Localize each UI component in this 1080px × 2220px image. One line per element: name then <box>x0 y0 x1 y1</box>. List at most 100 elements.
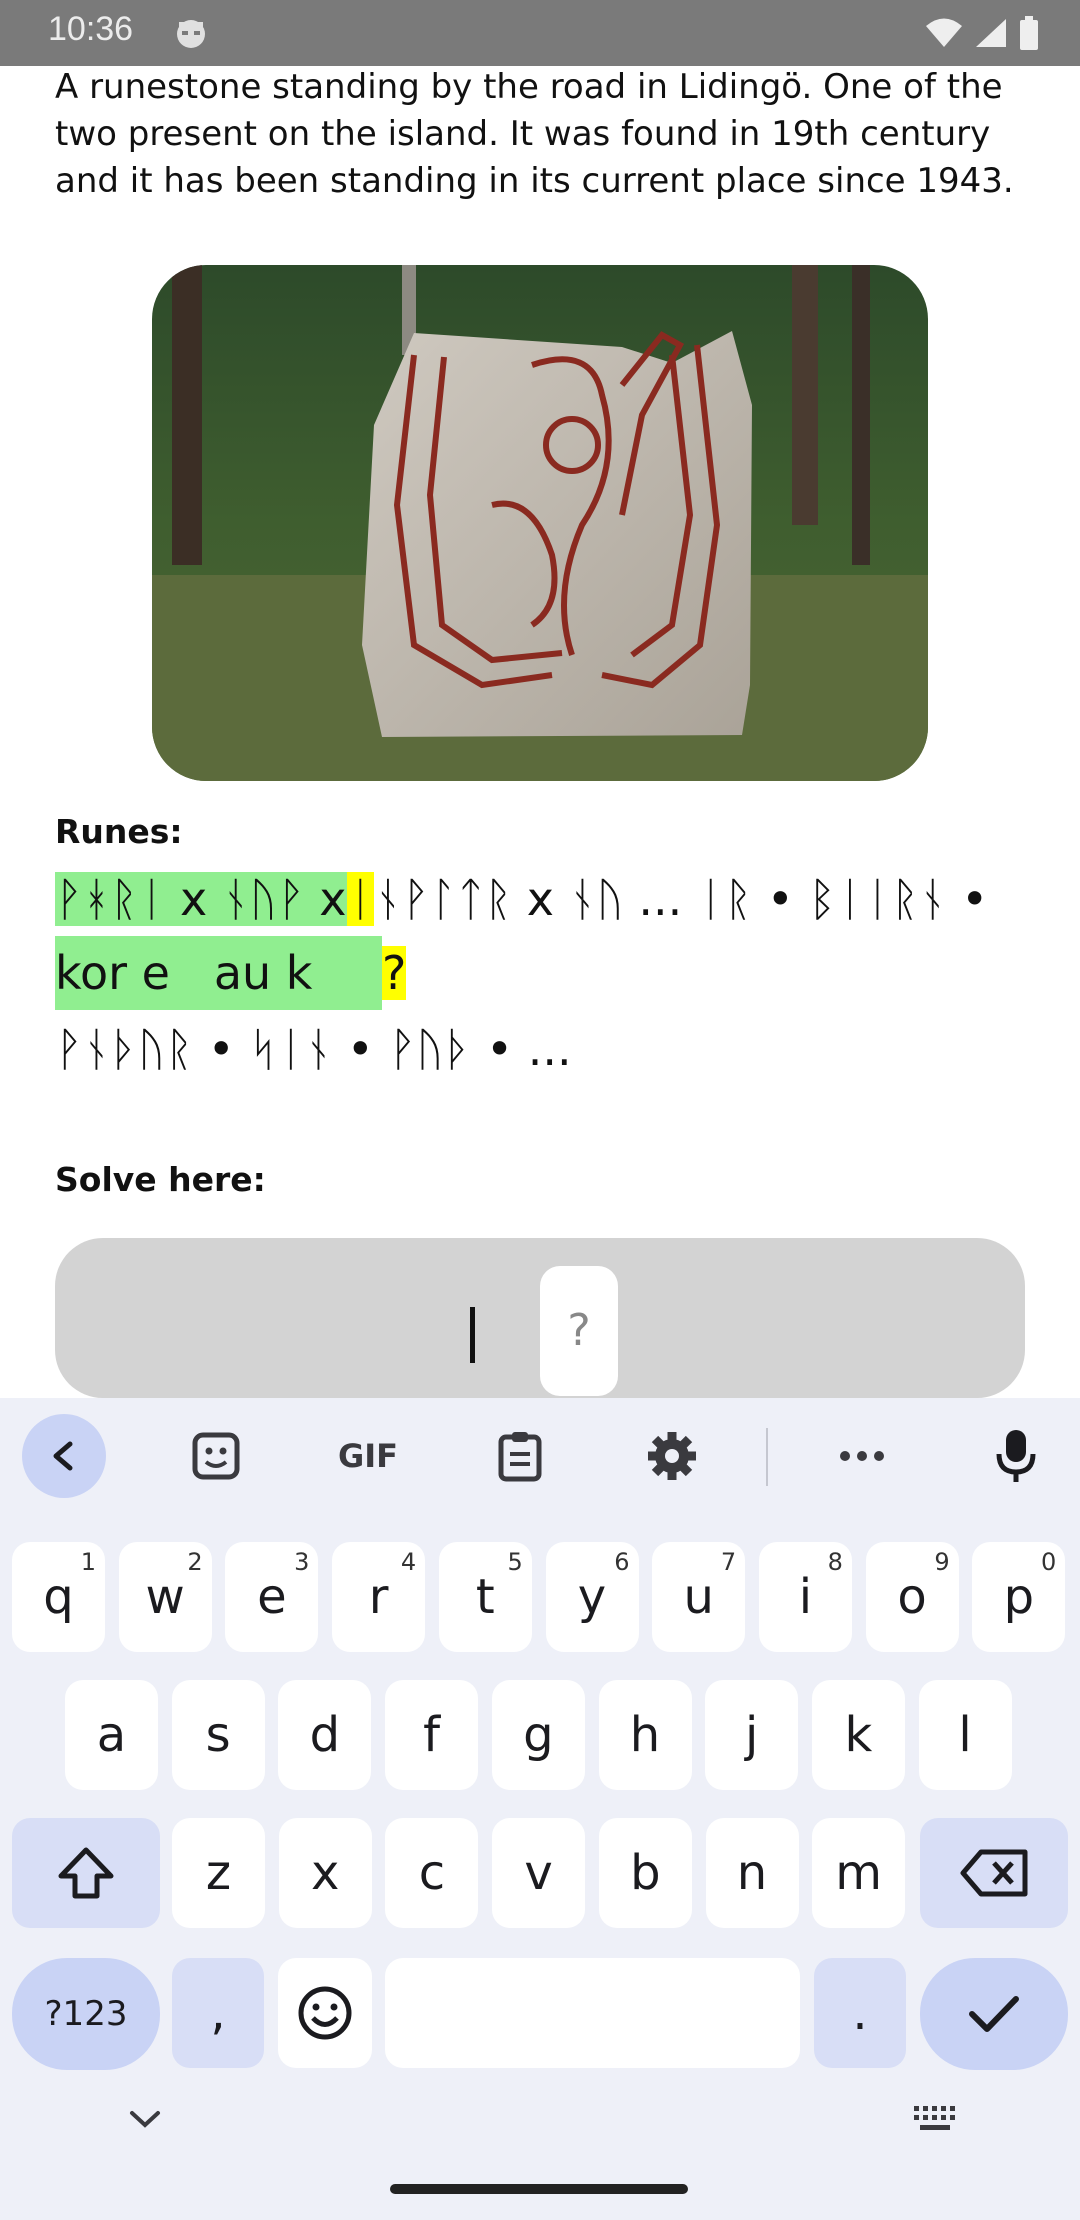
key-label: i <box>798 1569 813 1625</box>
battery-icon <box>1020 16 1038 50</box>
key-t[interactable]: t5 <box>438 1542 532 1652</box>
runes-text: ᚹᚼᚱᛁ x ᚾᚢᚹ xᛁᚾᚹᛚᛏᚱ x ᚾᚢ ... ᛁᚱ • ᛒᛁᛁᚱᚾ •… <box>55 862 1055 1010</box>
key-hint: 5 <box>507 1548 523 1576</box>
key-p[interactable]: p0 <box>972 1542 1066 1652</box>
backspace-icon <box>960 1849 1028 1897</box>
runes-heading: Runes: <box>55 812 183 851</box>
sticker-button[interactable] <box>174 1414 258 1498</box>
key-x[interactable]: x <box>278 1818 372 1928</box>
key-r[interactable]: r4 <box>332 1542 426 1652</box>
key-k[interactable]: k <box>811 1680 905 1790</box>
status-bar: 10:36 <box>0 0 1080 66</box>
key-d[interactable]: d <box>278 1680 372 1790</box>
voice-input-button[interactable] <box>974 1414 1058 1498</box>
key-label: t <box>475 1569 495 1625</box>
key-m[interactable]: m <box>812 1818 906 1928</box>
clipboard-icon <box>498 1432 542 1482</box>
key-f[interactable]: f <box>385 1680 479 1790</box>
key-label: f <box>423 1707 441 1763</box>
key-label: n <box>736 1845 768 1901</box>
settings-button[interactable] <box>630 1414 714 1498</box>
key-y[interactable]: y6 <box>545 1542 639 1652</box>
key-label: h <box>629 1707 661 1763</box>
key-e[interactable]: e3 <box>225 1542 319 1652</box>
key-i[interactable]: i8 <box>758 1542 852 1652</box>
answer-tile[interactable]: ? <box>540 1266 618 1396</box>
clipboard-button[interactable] <box>478 1414 562 1498</box>
key-hint: 2 <box>187 1548 203 1576</box>
period-key[interactable]: . <box>814 1958 906 2068</box>
more-button[interactable] <box>820 1414 904 1498</box>
toolbar-back-button[interactable] <box>22 1414 106 1498</box>
key-label: g <box>523 1707 554 1763</box>
key-label: u <box>683 1569 714 1625</box>
backspace-key[interactable] <box>920 1818 1068 1928</box>
key-label: w <box>145 1569 185 1625</box>
key-hint: 6 <box>614 1548 630 1576</box>
runestone-description: A runestone standing by the road in Lidi… <box>55 67 1014 201</box>
solve-heading: Solve here: <box>55 1160 266 1199</box>
key-a[interactable]: a <box>65 1680 158 1790</box>
key-z[interactable]: z <box>172 1818 265 1928</box>
symbols-key[interactable]: ?123 <box>12 1958 160 2070</box>
key-b[interactable]: b <box>598 1818 692 1928</box>
more-icon <box>840 1451 884 1461</box>
space-key[interactable] <box>385 1958 800 2068</box>
keyboard-switch-icon[interactable] <box>912 2104 958 2134</box>
key-n[interactable]: n <box>705 1818 799 1928</box>
key-label: m <box>835 1845 883 1901</box>
gif-button[interactable]: GIF <box>326 1414 410 1498</box>
key-label: c <box>418 1845 446 1901</box>
chevron-down-icon[interactable] <box>128 2108 162 2130</box>
key-label: k <box>844 1707 873 1763</box>
enter-key[interactable] <box>920 1958 1068 2070</box>
key-label: d <box>309 1707 341 1763</box>
key-label: p <box>1003 1569 1035 1625</box>
checkmark-icon <box>969 1996 1019 2032</box>
key-h[interactable]: h <box>598 1680 692 1790</box>
runes-remaining: ᚾᚹᛚᛏᚱ x ᚾᚢ ... ᛁᚱ • ᛒᛁᛁᚱᚾ • <box>374 872 989 926</box>
wifi-icon <box>926 18 962 47</box>
key-hint: 1 <box>80 1548 96 1576</box>
key-label: j <box>745 1707 759 1763</box>
shift-key[interactable] <box>12 1818 160 1928</box>
emoji-key[interactable] <box>278 1958 372 2068</box>
key-o[interactable]: o9 <box>865 1542 959 1652</box>
key-v[interactable]: v <box>492 1818 586 1928</box>
key-label: q <box>43 1569 74 1625</box>
transliteration-current: ? <box>382 946 407 1000</box>
key-hint: 0 <box>1041 1548 1057 1576</box>
sticker-icon <box>192 1432 240 1480</box>
key-w[interactable]: w2 <box>118 1542 212 1652</box>
key-j[interactable]: j <box>705 1680 799 1790</box>
shift-icon <box>58 1847 114 1899</box>
chevron-left-icon <box>53 1441 73 1471</box>
text-cursor <box>470 1307 475 1363</box>
key-label: a <box>96 1707 127 1763</box>
runestone-image <box>152 265 928 781</box>
navigation-handle[interactable] <box>390 2184 688 2194</box>
signal-icon <box>976 19 1006 47</box>
key-hint: 9 <box>934 1548 950 1576</box>
status-time: 10:36 <box>48 10 134 48</box>
key-u[interactable]: u7 <box>652 1542 746 1652</box>
key-g[interactable]: g <box>491 1680 585 1790</box>
comma-key[interactable]: , <box>172 1958 264 2068</box>
toolbar-divider <box>766 1428 768 1486</box>
microphone-icon <box>996 1430 1036 1482</box>
keyboard: GIF ?123 , . q1w2e 3 r 4 t 5 y 6 u 7 i 8… <box>0 1398 1080 2220</box>
key-label: r <box>368 1569 389 1625</box>
key-c[interactable]: c <box>385 1818 479 1928</box>
key-l[interactable]: l <box>918 1680 1012 1790</box>
key-hint: 3 <box>294 1548 310 1576</box>
gear-icon <box>648 1432 696 1480</box>
rune-current: ᛁ <box>346 872 375 926</box>
transliteration-solved: kor e au k <box>55 936 382 1010</box>
key-hint: 4 <box>400 1548 417 1576</box>
key-hint: 7 <box>720 1548 737 1576</box>
key-q[interactable]: q1 <box>12 1542 105 1652</box>
key-label: v <box>524 1845 553 1901</box>
runes-solved: ᚹᚼᚱᛁ x ᚾᚢᚹ x <box>55 872 347 926</box>
key-s[interactable]: s <box>171 1680 265 1790</box>
status-icons <box>924 14 1040 52</box>
